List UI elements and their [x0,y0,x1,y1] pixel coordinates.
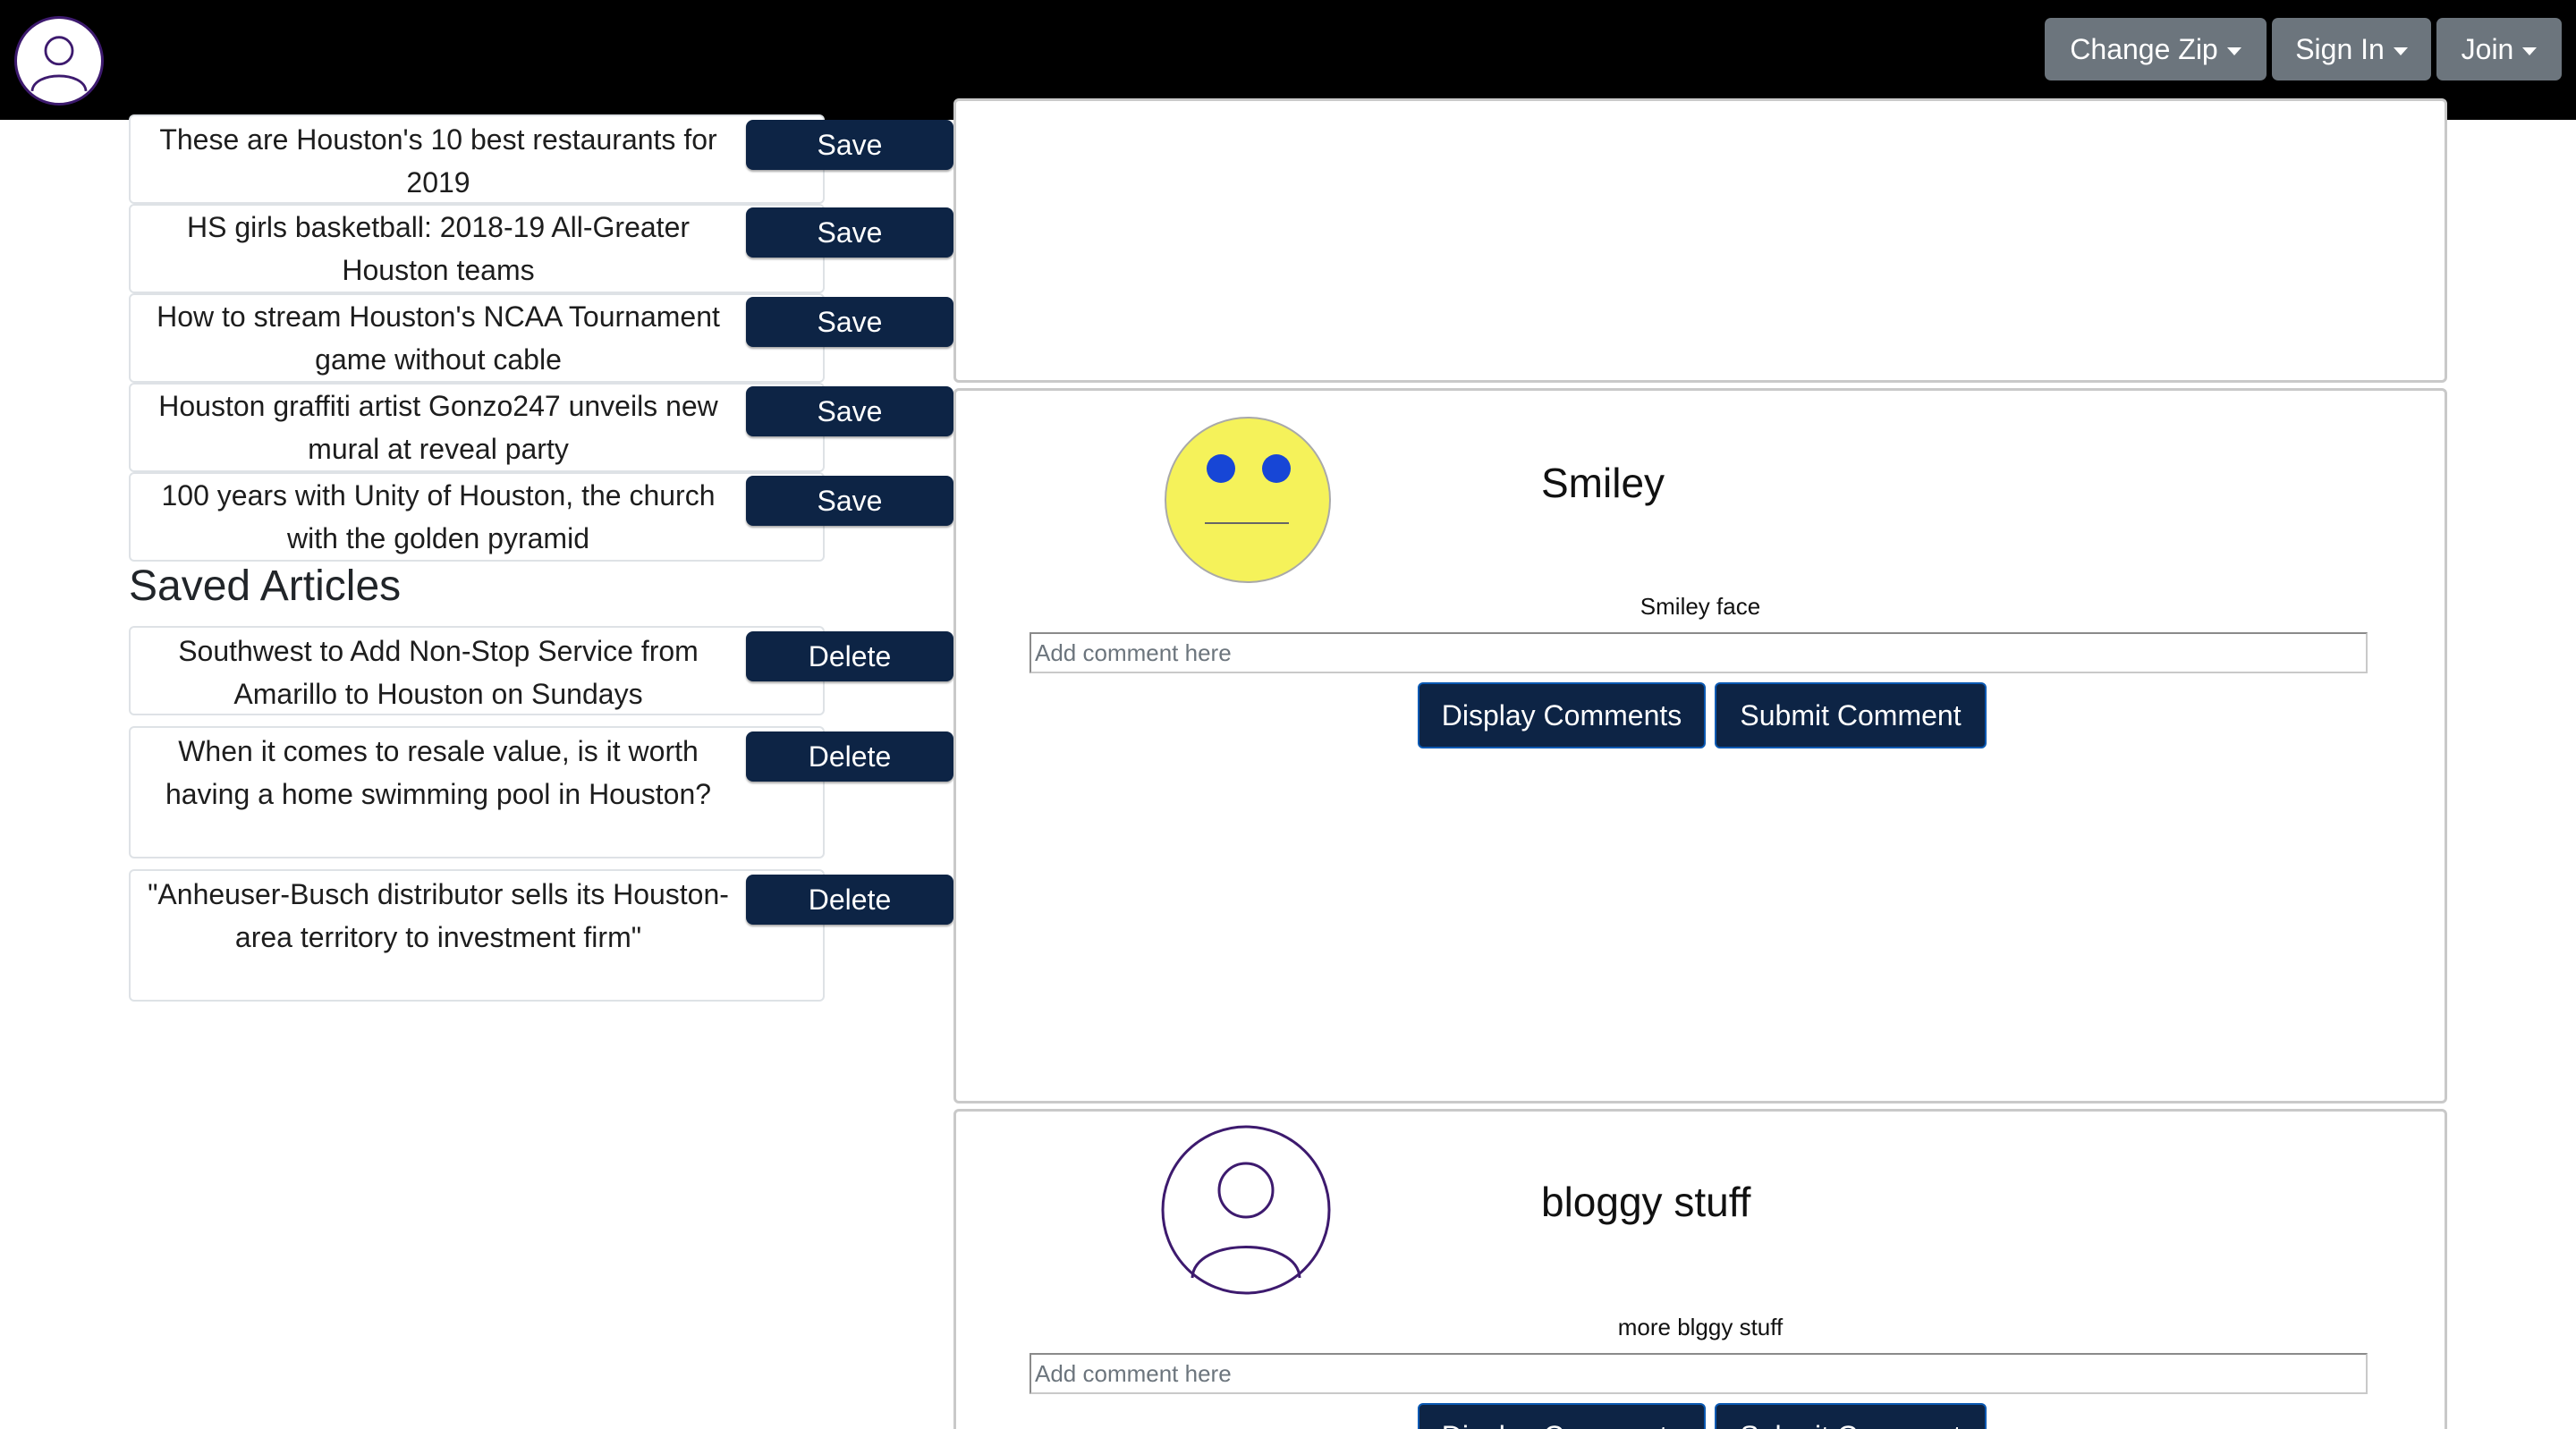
change-zip-dropdown[interactable]: Change Zip [2045,18,2267,80]
delete-article-button[interactable]: Delete [746,875,953,925]
save-article-button[interactable]: Save [746,386,953,436]
saved-article-card: Southwest to Add Non-Stop Service from A… [129,626,953,715]
comment-input[interactable] [1030,632,2368,673]
chevron-down-icon [2522,47,2538,55]
delete-article-button[interactable]: Delete [746,731,953,782]
post-title: Smiley [1541,460,1665,506]
article-title: HS girls basketball: 2018-19 All-Greater… [186,211,691,286]
article-card: HS girls basketball: 2018-19 All-Greater… [129,204,953,293]
save-article-button[interactable]: Save [746,476,953,526]
submit-comment-button[interactable]: Submit Comment [1715,682,1987,748]
post-card: bloggy stuff more blggy stuff Display Co… [953,1109,2447,1429]
saved-article-title: When it comes to resale value, is it wor… [165,735,712,810]
save-article-button[interactable]: Save [746,297,953,347]
article-title: How to stream Houston's NCAA Tournament … [157,300,720,376]
sign-in-dropdown[interactable]: Sign In [2272,18,2431,80]
article-card: Houston graffiti artist Gonzo247 unveils… [129,383,953,472]
saved-article-title: Southwest to Add Non-Stop Service from A… [178,635,699,710]
saved-article-card: When it comes to resale value, is it wor… [129,726,953,858]
article-card: These are Houston's 10 best restaurants … [129,114,953,204]
join-label: Join [2461,32,2514,65]
user-avatar-icon[interactable] [14,16,104,106]
submit-comment-button[interactable]: Submit Comment [1715,1403,1987,1429]
saved-article-card: "Anheuser-Busch distributor sells its Ho… [129,869,953,1002]
delete-article-button[interactable]: Delete [746,631,953,681]
post-title: bloggy stuff [1541,1179,1751,1225]
save-article-button[interactable]: Save [746,120,953,170]
article-card: How to stream Houston's NCAA Tournament … [129,293,953,383]
smiley-face-icon [1162,414,1334,586]
change-zip-label: Change Zip [2070,32,2218,65]
article-title: Houston graffiti artist Gonzo247 unveils… [158,390,718,465]
article-card: 100 years with Unity of Houston, the chu… [129,472,953,562]
sign-in-label: Sign In [2295,32,2385,65]
post-text: more blggy stuff [1617,1314,1784,1340]
user-avatar-icon [1160,1124,1332,1296]
display-comments-button[interactable]: Display Comments [1418,682,1706,748]
post-text: Smiley face [1640,593,1761,620]
comment-input[interactable] [1030,1353,2368,1394]
post-card: Smiley Smiley face Display Comments Subm… [953,388,2447,1103]
display-comments-button[interactable]: Display Comments [1418,1403,1706,1429]
article-title: These are Houston's 10 best restaurants … [159,123,717,199]
saved-article-title: "Anheuser-Busch distributor sells its Ho… [148,878,729,953]
join-dropdown[interactable]: Join [2436,18,2562,80]
article-title: 100 years with Unity of Houston, the chu… [161,479,716,554]
post-card-partial [953,98,2447,383]
chevron-down-icon [2226,47,2241,55]
chevron-down-icon [2393,47,2408,55]
save-article-button[interactable]: Save [746,207,953,258]
saved-articles-heading: Saved Articles [129,562,402,610]
